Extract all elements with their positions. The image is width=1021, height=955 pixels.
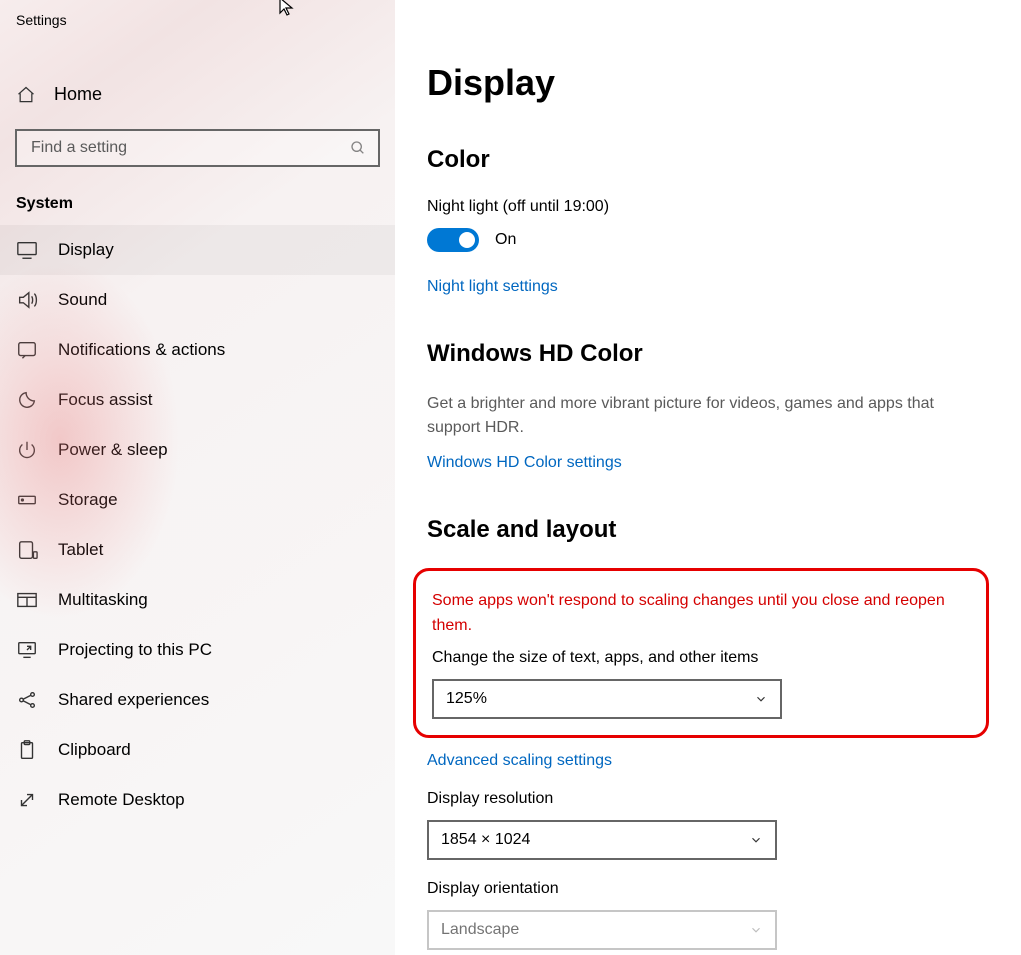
heading-hdcolor: Windows HD Color	[427, 340, 991, 368]
scale-highlight-box: Some apps won't respond to scaling chang…	[413, 568, 989, 738]
orientation-value: Landscape	[441, 921, 519, 939]
sound-icon	[16, 289, 38, 311]
home-icon	[16, 85, 36, 105]
hdcolor-desc: Get a brighter and more vibrant picture …	[427, 392, 987, 440]
sidebar-item-multitasking[interactable]: Multitasking	[0, 575, 395, 625]
sidebar-item-label: Notifications & actions	[58, 340, 225, 360]
resolution-value: 1854 × 1024	[441, 831, 530, 849]
remote-icon	[16, 789, 38, 811]
sidebar-item-label: Projecting to this PC	[58, 640, 212, 660]
sidebar-item-focus[interactable]: Focus assist	[0, 375, 395, 425]
section-title: System	[0, 167, 395, 225]
sidebar-item-clipboard[interactable]: Clipboard	[0, 725, 395, 775]
clipboard-icon	[16, 739, 38, 761]
search-icon	[350, 140, 366, 156]
sidebar-item-sound[interactable]: Sound	[0, 275, 395, 325]
chevron-down-icon	[749, 923, 763, 937]
multitasking-icon	[16, 589, 38, 611]
sidebar-item-label: Power & sleep	[58, 440, 168, 460]
sidebar-item-label: Remote Desktop	[58, 790, 185, 810]
orientation-label: Display orientation	[427, 880, 991, 898]
heading-color: Color	[427, 146, 991, 174]
page-title: Display	[427, 62, 991, 104]
resolution-label: Display resolution	[427, 790, 991, 808]
resolution-dropdown[interactable]: 1854 × 1024	[427, 820, 777, 860]
sidebar-item-label: Clipboard	[58, 740, 131, 760]
sidebar-item-shared[interactable]: Shared experiences	[0, 675, 395, 725]
sidebar-item-storage[interactable]: Storage	[0, 475, 395, 525]
sidebar-item-label: Display	[58, 240, 114, 260]
sidebar-item-label: Sound	[58, 290, 107, 310]
sidebar-item-tablet[interactable]: Tablet	[0, 525, 395, 575]
scale-value: 125%	[446, 690, 487, 708]
shared-icon	[16, 689, 38, 711]
chevron-down-icon	[754, 692, 768, 706]
hdcolor-settings-link[interactable]: Windows HD Color settings	[427, 454, 622, 472]
sidebar-item-label: Storage	[58, 490, 118, 510]
search-input[interactable]	[17, 131, 378, 165]
advanced-scaling-link[interactable]: Advanced scaling settings	[427, 752, 612, 770]
home-nav[interactable]: Home	[0, 68, 395, 123]
sidebar-item-projecting[interactable]: Projecting to this PC	[0, 625, 395, 675]
sidebar-item-notifications[interactable]: Notifications & actions	[0, 325, 395, 375]
notifications-icon	[16, 339, 38, 361]
app-title: Settings	[0, 0, 395, 38]
night-light-label: Night light (off until 19:00)	[427, 198, 991, 216]
night-light-toggle-text: On	[495, 231, 516, 249]
scale-dropdown[interactable]: 125%	[432, 679, 782, 719]
home-label: Home	[54, 84, 102, 105]
night-light-settings-link[interactable]: Night light settings	[427, 278, 558, 296]
orientation-dropdown: Landscape	[427, 910, 777, 950]
change-size-label: Change the size of text, apps, and other…	[432, 649, 970, 667]
sidebar-item-label: Tablet	[58, 540, 103, 560]
night-light-toggle[interactable]	[427, 228, 479, 252]
sidebar-item-label: Multitasking	[58, 590, 148, 610]
projecting-icon	[16, 639, 38, 661]
power-icon	[16, 439, 38, 461]
scale-warning: Some apps won't respond to scaling chang…	[432, 589, 970, 639]
sidebar-item-remote[interactable]: Remote Desktop	[0, 775, 395, 825]
sidebar-item-power[interactable]: Power & sleep	[0, 425, 395, 475]
display-icon	[16, 239, 38, 261]
storage-icon	[16, 489, 38, 511]
tablet-icon	[16, 539, 38, 561]
sidebar-item-label: Shared experiences	[58, 690, 209, 710]
sidebar-item-display[interactable]: Display	[0, 225, 395, 275]
search-box[interactable]	[15, 129, 380, 167]
heading-scale: Scale and layout	[427, 516, 991, 544]
focus-icon	[16, 389, 38, 411]
sidebar-item-label: Focus assist	[58, 390, 152, 410]
chevron-down-icon	[749, 833, 763, 847]
